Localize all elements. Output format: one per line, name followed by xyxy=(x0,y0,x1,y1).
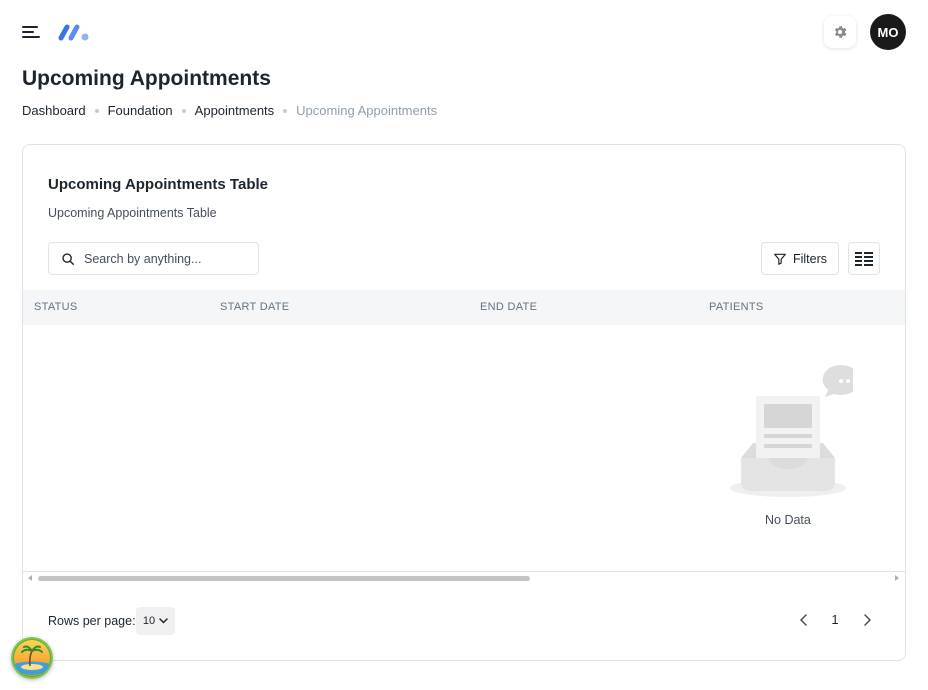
scrollbar-thumb[interactable] xyxy=(38,576,530,581)
breadcrumb-appointments[interactable]: Appointments xyxy=(195,103,275,118)
card-subtitle: Upcoming Appointments Table xyxy=(48,206,217,220)
filter-icon xyxy=(774,253,786,265)
search-box xyxy=(48,242,259,275)
breadcrumb-separator xyxy=(181,108,186,113)
rows-per-page-value: 10 xyxy=(142,615,156,627)
filters-label: Filters xyxy=(792,251,828,266)
appointments-table-card: Upcoming Appointments Table Upcoming App… xyxy=(22,144,906,661)
settings-button[interactable] xyxy=(824,16,856,48)
previous-page-button[interactable] xyxy=(795,611,811,629)
empty-inbox-illustration xyxy=(730,365,853,497)
page-number-current[interactable]: 1 xyxy=(827,612,843,627)
rows-per-page-select[interactable]: 10 xyxy=(136,607,175,635)
table-header: STATUS START DATE END DATE PATIENTS xyxy=(23,290,905,325)
column-header-end-date[interactable]: END DATE xyxy=(480,301,537,313)
chevron-right-icon xyxy=(863,614,871,626)
column-header-status[interactable]: STATUS xyxy=(34,301,78,313)
chevron-left-icon xyxy=(799,614,807,626)
user-avatar[interactable]: MO xyxy=(870,14,906,50)
breadcrumb-separator xyxy=(283,108,288,113)
scroll-right-arrow-icon[interactable] xyxy=(895,575,899,581)
search-input[interactable] xyxy=(84,251,244,266)
breadcrumb-foundation[interactable]: Foundation xyxy=(108,103,173,118)
column-header-start-date[interactable]: START DATE xyxy=(220,301,289,313)
filters-button[interactable]: Filters xyxy=(761,242,839,275)
column-header-patients[interactable]: PATIENTS xyxy=(709,301,764,313)
search-icon xyxy=(62,252,74,265)
rows-per-page-label: Rows per page: xyxy=(48,614,136,628)
top-bar: MO xyxy=(0,0,928,64)
next-page-button[interactable] xyxy=(859,611,875,629)
floating-widget-button[interactable] xyxy=(11,637,53,679)
breadcrumb-separator xyxy=(94,108,99,113)
hamburger-menu-icon[interactable] xyxy=(22,24,42,40)
beach-island-icon xyxy=(11,637,53,679)
breadcrumb-current: Upcoming Appointments xyxy=(296,103,438,118)
breadcrumb-dashboard[interactable]: Dashboard xyxy=(22,103,86,118)
chevron-down-icon xyxy=(159,618,168,624)
scroll-left-arrow-icon[interactable] xyxy=(28,575,32,581)
columns-icon xyxy=(855,251,873,266)
breadcrumb: Dashboard Foundation Appointments Upcomi… xyxy=(22,103,437,118)
column-settings-button[interactable] xyxy=(848,242,880,275)
page-title: Upcoming Appointments xyxy=(22,67,271,90)
empty-state-label: No Data xyxy=(765,513,811,527)
horizontal-scrollbar[interactable] xyxy=(23,571,905,585)
gear-icon xyxy=(834,26,847,38)
brand-logo-icon[interactable] xyxy=(58,22,90,42)
card-title: Upcoming Appointments Table xyxy=(48,176,268,193)
